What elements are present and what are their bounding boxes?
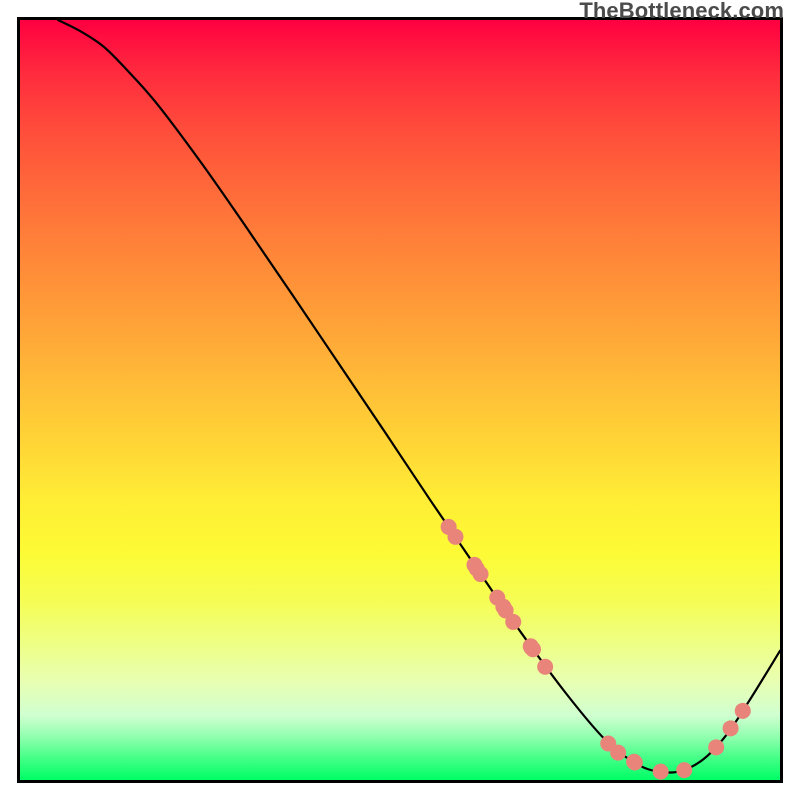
marker-point: [505, 614, 521, 630]
chart-container: TheBottleneck.com: [0, 0, 800, 800]
marker-point: [525, 641, 541, 657]
plot-area: [17, 17, 783, 783]
marker-points-group: [441, 519, 751, 780]
marker-point: [676, 762, 692, 778]
marker-point: [653, 764, 669, 780]
marker-point: [537, 659, 553, 675]
chart-svg: [20, 20, 780, 780]
marker-point: [735, 703, 751, 719]
marker-point: [723, 720, 739, 736]
bottleneck-curve: [58, 20, 780, 773]
watermark-label: TheBottleneck.com: [579, 0, 784, 24]
marker-point: [473, 566, 489, 582]
marker-point: [610, 745, 626, 761]
marker-point: [447, 529, 463, 545]
marker-point: [627, 755, 643, 771]
marker-point: [708, 739, 724, 755]
